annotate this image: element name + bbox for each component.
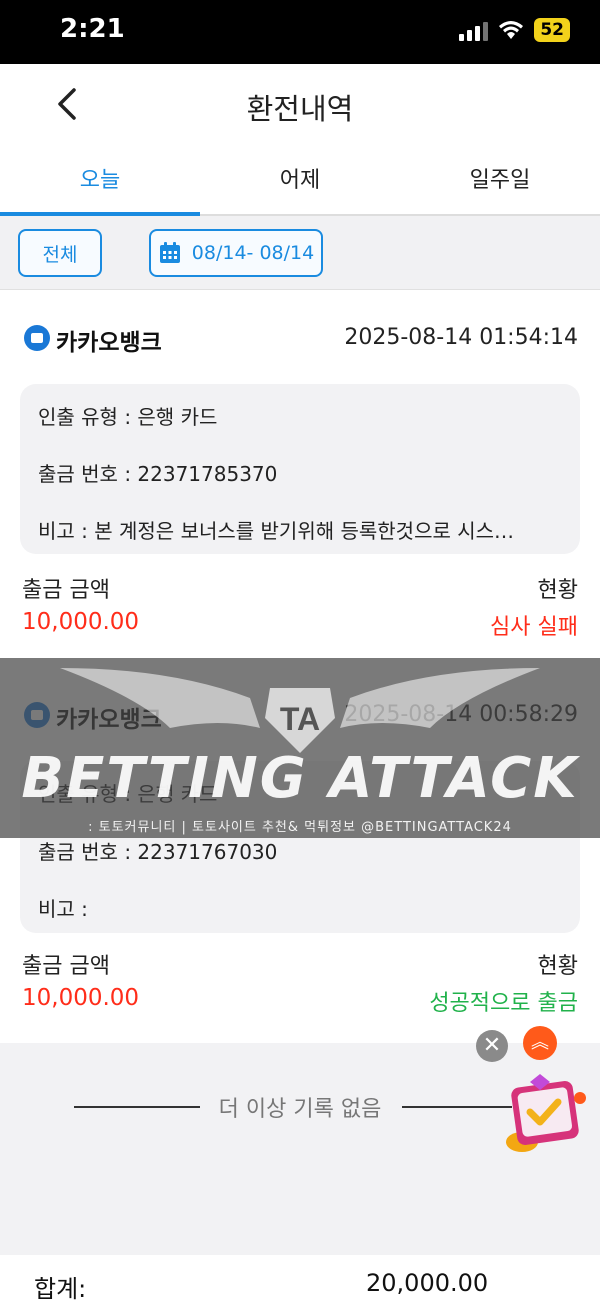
status-bar: 2:21 52 [0,0,600,64]
filter-all-button[interactable]: 전체 [18,229,102,277]
calendar-icon [159,242,180,263]
record-header: 카카오뱅크 2025-08-14 00:58:29 [0,698,600,733]
tab-yesterday[interactable]: 어제 [200,148,400,214]
status-badge: 성공적으로 출금 [429,991,578,1016]
record-note: 비고 : 본 계정은 보너스를 받기위해 등록한것으로 시스… [38,519,515,543]
battery-indicator: 52 [534,18,570,42]
signal-icon [459,19,489,41]
record-header: 카카오뱅크 2025-08-14 01:54:14 [0,321,600,356]
bank-logo-icon [24,325,50,351]
withdraw-type: 인출 유형 : 은행 카드 [38,405,218,429]
withdraw-number: 출금 번호 : 22371767030 [38,840,278,864]
filter-bar: 전체 08/14- 08/14 [0,216,600,290]
bank-name: 카카오뱅크 [56,330,162,356]
amount-label: 출금 금액 [22,578,110,603]
wifi-icon [499,21,524,39]
record-details: 인출 유형 : 은행 카드 출금 번호 : 22371785370 비고 : 본… [20,384,580,554]
record-details: 인출 유형 : 은행 카드 출금 번호 : 22371767030 비고 : [20,761,580,933]
bank-logo-icon [24,702,50,728]
footer-total: 합계: 20,000.00 [0,1255,600,1303]
bank-name: 카카오뱅크 [56,707,162,733]
record-datetime: 2025-08-14 01:54:14 [344,325,578,350]
tab-week[interactable]: 일주일 [400,148,600,214]
amount-value: 10,000.00 [22,985,140,1011]
tab-today[interactable]: 오늘 [0,148,200,216]
record-note: 비고 : [38,897,88,921]
date-range-button[interactable]: 08/14- 08/14 [149,229,323,277]
status-badge: 심사 실패 [490,615,578,640]
gift-promo-icon[interactable] [500,1070,590,1156]
header: 환전내역 [0,64,600,148]
close-icon[interactable]: ✕ [476,1030,508,1062]
status-icons: 52 [459,18,570,42]
list-item: 카카오뱅크 2025-08-14 00:58:29 인출 유형 : 은행 카드 … [0,668,600,1040]
page-title: 환전내역 [246,92,354,126]
date-range-label: 08/14- 08/14 [191,242,315,264]
list-item: 카카오뱅크 2025-08-14 01:54:14 인출 유형 : 은행 카드 … [0,291,600,657]
amount-label: 출금 금액 [22,954,110,979]
amount-value: 10,000.00 [22,609,140,635]
status-label: 현황 [537,578,578,603]
double-chevron-up-icon[interactable]: ︽ [523,1026,557,1060]
status-time: 2:21 [60,14,125,44]
withdraw-type: 인출 유형 : 은행 카드 [38,782,218,806]
withdraw-number: 출금 번호 : 22371785370 [38,462,278,486]
total-value: 20,000.00 [366,1269,489,1297]
tab-bar: 오늘 어제 일주일 [0,148,600,216]
record-datetime: 2025-08-14 00:58:29 [344,702,578,727]
status-label: 현황 [537,954,578,979]
total-label: 합계: [34,1275,87,1303]
